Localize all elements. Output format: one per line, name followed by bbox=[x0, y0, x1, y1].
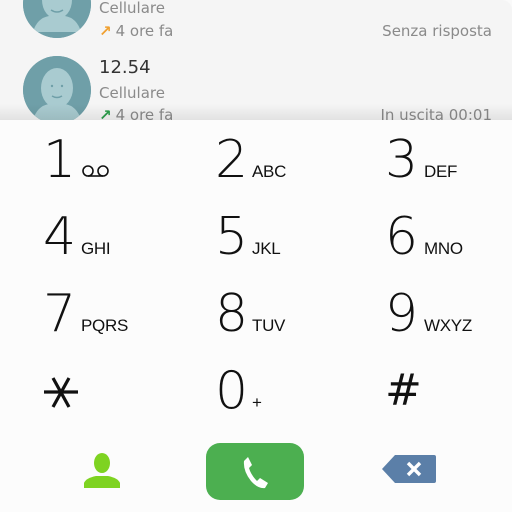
backspace-icon[interactable] bbox=[381, 454, 437, 484]
asterisk-icon bbox=[44, 377, 78, 408]
dialpad-key-star[interactable] bbox=[0, 351, 170, 427]
dialpad-key-8[interactable]: 8 TUV bbox=[171, 274, 341, 350]
contacts-person-icon[interactable] bbox=[82, 452, 122, 488]
dialpad-key-5[interactable]: 5 JKL bbox=[171, 197, 341, 273]
dialpad-key-2[interactable]: 2 ABC bbox=[171, 120, 341, 196]
dialpad-key-9[interactable]: 9 WXYZ bbox=[342, 274, 512, 350]
voicemail-icon bbox=[82, 165, 109, 177]
dialpad-key-6[interactable]: 6 MNO bbox=[342, 197, 512, 273]
dialpad-key-3[interactable]: 3 DEF bbox=[342, 120, 512, 196]
default-contact-icon bbox=[23, 0, 91, 38]
outgoing-arrow-icon: ↗ bbox=[99, 22, 112, 40]
call-log-time: ↗ 4 ore fa bbox=[99, 22, 174, 40]
default-contact-icon bbox=[23, 56, 91, 120]
dialpad-key-hash[interactable]: # bbox=[342, 351, 512, 427]
dialpad-key-1[interactable]: 1 bbox=[0, 120, 170, 196]
call-log-number-type: Cellulare bbox=[99, 0, 165, 17]
avatar bbox=[23, 0, 91, 38]
call-log-status: In uscita 00:01 bbox=[380, 106, 492, 120]
avatar bbox=[23, 56, 91, 120]
call-button[interactable] bbox=[206, 443, 304, 500]
call-log-number-type: Cellulare bbox=[99, 84, 165, 102]
call-log-entry[interactable]: Cellulare ↗ 4 ore fa Senza risposta bbox=[0, 0, 512, 60]
call-log: Cellulare ↗ 4 ore fa Senza risposta 12.5… bbox=[0, 0, 512, 120]
call-log-time: ↗ 4 ore fa bbox=[99, 106, 173, 120]
dialpad-key-4[interactable]: 4 GHI bbox=[0, 197, 170, 273]
dialpad-key-7[interactable]: 7 PQRS bbox=[0, 274, 170, 350]
call-log-status: Senza risposta bbox=[382, 22, 492, 40]
call-log-entry[interactable]: 12.54 Cellulare ↗ 4 ore fa In uscita 00:… bbox=[0, 54, 512, 120]
dialpad-key-0[interactable]: 0 + bbox=[171, 351, 341, 427]
outgoing-arrow-icon: ↗ bbox=[99, 106, 112, 120]
call-log-name: 12.54 bbox=[99, 57, 151, 78]
phone-icon bbox=[243, 456, 268, 488]
